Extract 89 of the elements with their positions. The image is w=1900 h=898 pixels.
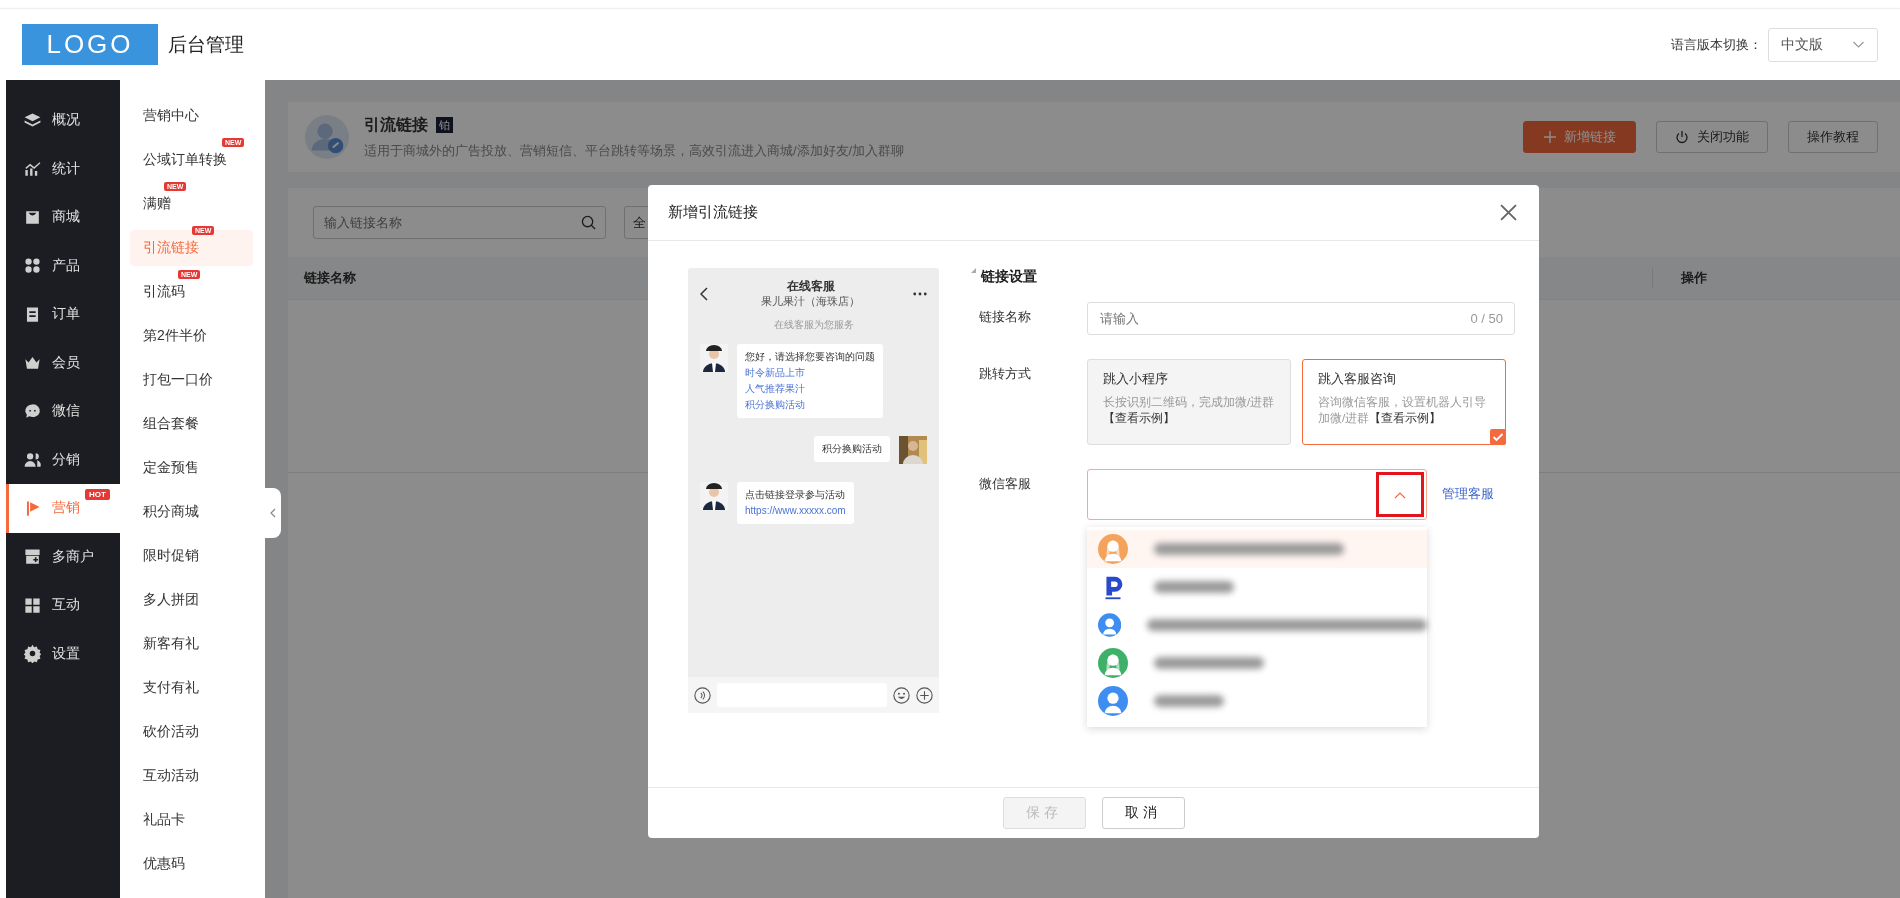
option-card[interactable]: 跳入客服咨询 咨询微信客服，设置机器人引导加微/进群【查看示例】 — [1302, 359, 1506, 445]
blocks-icon — [23, 595, 42, 615]
submenu-item[interactable]: 多人拼团 — [130, 582, 253, 618]
checkmark-icon — [1490, 429, 1506, 445]
user-link-icon — [304, 114, 350, 160]
message-link[interactable]: 时令新品上市 — [745, 366, 875, 380]
more-icon — [913, 291, 927, 296]
submenu-item[interactable]: 打包一口价 — [130, 362, 253, 398]
plus-icon — [1543, 131, 1556, 143]
search-icon — [581, 215, 596, 230]
petals-icon — [23, 256, 42, 276]
logo: LOGO — [22, 24, 158, 65]
chart-icon — [23, 159, 42, 179]
submenu-item[interactable]: 组合套餐 — [130, 406, 253, 442]
chat-subtitle: 果儿果汁（海珠店） — [761, 295, 860, 309]
option-card[interactable]: 跳入小程序 长按识别二维码，完成加微/进群【查看示例】 — [1087, 359, 1291, 445]
nav-item[interactable]: 订单 — [6, 290, 120, 339]
submenu-item[interactable]: 优惠码 — [130, 846, 253, 882]
dropdown-option[interactable] — [1087, 530, 1427, 568]
nav-item[interactable]: 互动 — [6, 581, 120, 630]
language-label: 语言版本切换： — [1671, 35, 1762, 54]
power-icon — [1675, 130, 1689, 144]
language-select[interactable]: 中文版 — [1768, 27, 1878, 62]
field-label: 跳转方式 — [979, 365, 1032, 383]
message-text: 您好，请选择您要咨询的问题 — [745, 350, 875, 364]
nav-item[interactable]: 概况 — [6, 96, 120, 145]
nav-item[interactable]: 营销 HOT — [6, 484, 120, 533]
voice-icon — [694, 686, 711, 704]
header-button[interactable]: 关闭功能 — [1656, 121, 1768, 153]
message-text: 积分换购活动 — [822, 442, 882, 456]
submenu-item[interactable]: 积分商城 — [130, 494, 253, 530]
option-title: 跳入小程序 — [1103, 370, 1169, 388]
dialog-button[interactable]: 取消 — [1101, 797, 1185, 829]
service-select[interactable] — [1087, 469, 1427, 520]
nav-item[interactable]: 统计 — [6, 144, 120, 193]
header-button[interactable]: 操作教程 — [1788, 121, 1878, 153]
store-plus-icon — [23, 547, 42, 567]
chevron-up-icon — [1394, 490, 1406, 499]
message-link[interactable]: https://www.xxxxx.com — [745, 504, 846, 518]
users-icon — [23, 450, 42, 470]
chat-bubble-icon — [23, 401, 42, 421]
field-label: 链接名称 — [979, 308, 1032, 326]
page-description: 适用于商城外的广告投放、营销短信、平台跳转等场景，高效引流进入商城/添加好友/加入群聊 — [364, 141, 905, 160]
chat-notice: 在线客服为您服务 — [773, 318, 854, 332]
nav-item[interactable]: 产品 — [6, 241, 120, 290]
redacted-name — [1154, 695, 1224, 707]
submenu-item[interactable]: 砍价活动 — [130, 714, 253, 750]
nav-item[interactable]: 商城 — [6, 193, 120, 242]
column-header: 操作 — [1652, 268, 1707, 288]
settings-icon — [23, 644, 42, 664]
option-description: 咨询微信客服，设置机器人引导加微/进群【查看示例】 — [1318, 395, 1487, 426]
tier-badge: 铂 — [436, 117, 453, 133]
search-field[interactable]: 输入链接名称 — [313, 206, 606, 239]
message-text: 点击链接登录参与活动 — [745, 488, 846, 502]
nav-item[interactable]: 多商户 — [6, 532, 120, 581]
option-description: 长按识别二维码，完成加微/进群【查看示例】 — [1103, 395, 1275, 426]
nav-item[interactable]: 设置 — [6, 629, 120, 678]
column-header: 链接名称 — [304, 269, 356, 287]
submenu-item[interactable]: 第2件半价 — [130, 318, 253, 354]
section-title: 链接设置 — [981, 268, 1037, 286]
submenu-item[interactable]: 营销中心 — [130, 98, 253, 134]
manage-service-link[interactable]: 管理客服 — [1442, 469, 1494, 503]
field-label: 微信客服 — [979, 475, 1032, 493]
submenu-item[interactable]: 限时促销 — [130, 538, 253, 574]
submenu-item[interactable]: 支付有礼 — [130, 670, 253, 706]
message-link[interactable]: 积分换购活动 — [745, 398, 875, 412]
dialog-title: 新增引流链接 — [668, 203, 758, 222]
nav-item[interactable]: 分销 — [6, 435, 120, 484]
nav-item[interactable]: 微信 — [6, 387, 120, 436]
chevron-left-icon — [270, 508, 276, 518]
back-icon — [700, 286, 708, 301]
close-icon[interactable] — [1500, 204, 1517, 221]
chevron-down-icon — [1852, 40, 1865, 49]
chat-title: 在线客服 — [786, 278, 835, 295]
option-title: 跳入客服咨询 — [1318, 370, 1397, 388]
emoji-icon — [893, 686, 910, 704]
submenu-item[interactable]: 礼品卡 — [130, 802, 253, 838]
collapse-handle[interactable] — [265, 488, 281, 538]
caret-icon — [971, 268, 976, 273]
submenu-item[interactable]: 互动活动 — [130, 758, 253, 794]
submenu-item[interactable]: 新客有礼 — [130, 626, 253, 662]
message-link[interactable]: 人气推荐果汁 — [745, 382, 875, 396]
hot-badge: HOT — [85, 489, 110, 500]
nav-item[interactable]: 会员 — [6, 338, 120, 387]
character-counter: 0 / 50 — [1470, 311, 1503, 326]
submenu-item[interactable]: 定金预售 — [130, 450, 253, 486]
page-title: 引流链接 — [364, 114, 428, 135]
app-title: 后台管理 — [168, 32, 244, 57]
plus-circle-icon — [916, 686, 933, 704]
